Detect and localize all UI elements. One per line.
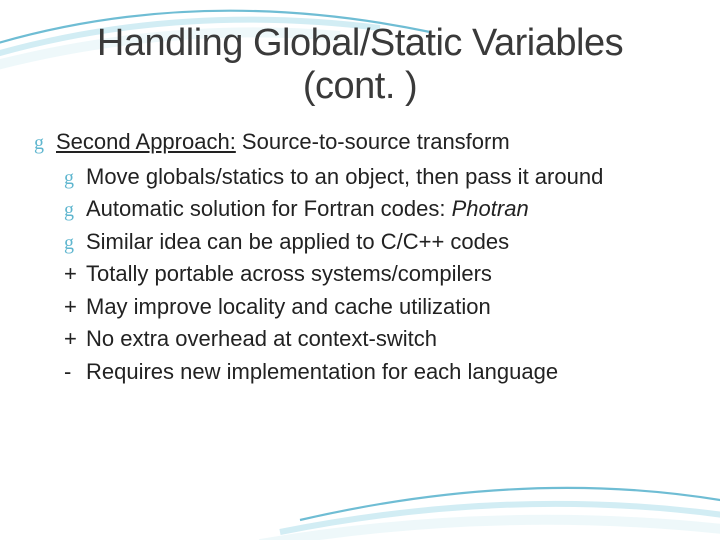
pro-con-item: +May improve locality and cache utilizat… — [64, 292, 692, 322]
slide-title: Handling Global/Static Variables (cont. … — [28, 22, 692, 107]
bullet-sub: gMove globals/statics to an object, then… — [64, 162, 692, 193]
bullet-sub-text-pre: Automatic solution for Fortran codes: — [86, 196, 452, 221]
plus-icon: + — [64, 292, 86, 322]
bullet-sub: gAutomatic solution for Fortran codes: P… — [64, 194, 692, 225]
bullet-sub-text: Move globals/statics to an object, then … — [86, 164, 603, 189]
swirl-icon: g — [64, 230, 86, 258]
slide-content: Handling Global/Static Variables (cont. … — [0, 0, 720, 540]
bullet-list: gSecond Approach: Source-to-source trans… — [28, 127, 692, 387]
minus-icon: - — [64, 357, 86, 387]
bullet-main-underline: Second Approach: — [56, 129, 236, 154]
pro-con-text: Totally portable across systems/compiler… — [86, 261, 492, 286]
bullet-sub: gSimilar idea can be applied to C/C++ co… — [64, 227, 692, 258]
pro-con-text: Requires new implementation for each lan… — [86, 359, 558, 384]
bullet-sub-text: Similar idea can be applied to C/C++ cod… — [86, 229, 509, 254]
plus-icon: + — [64, 324, 86, 354]
bullet-main-rest: Source-to-source transform — [236, 129, 510, 154]
pro-con-item: +No extra overhead at context-switch — [64, 324, 692, 354]
pro-con-item: -Requires new implementation for each la… — [64, 357, 692, 387]
pro-con-text: No extra overhead at context-switch — [86, 326, 437, 351]
swirl-icon: g — [64, 197, 86, 225]
bullet-sub-text-em: Photran — [452, 196, 529, 221]
swirl-icon: g — [34, 130, 56, 158]
bullet-main: gSecond Approach: Source-to-source trans… — [34, 127, 692, 158]
pro-con-text: May improve locality and cache utilizati… — [86, 294, 491, 319]
title-line-2: (cont. ) — [303, 65, 417, 107]
swirl-icon: g — [64, 165, 86, 193]
title-line-1: Handling Global/Static Variables — [97, 22, 623, 64]
plus-icon: + — [64, 259, 86, 289]
pro-con-item: +Totally portable across systems/compile… — [64, 259, 692, 289]
